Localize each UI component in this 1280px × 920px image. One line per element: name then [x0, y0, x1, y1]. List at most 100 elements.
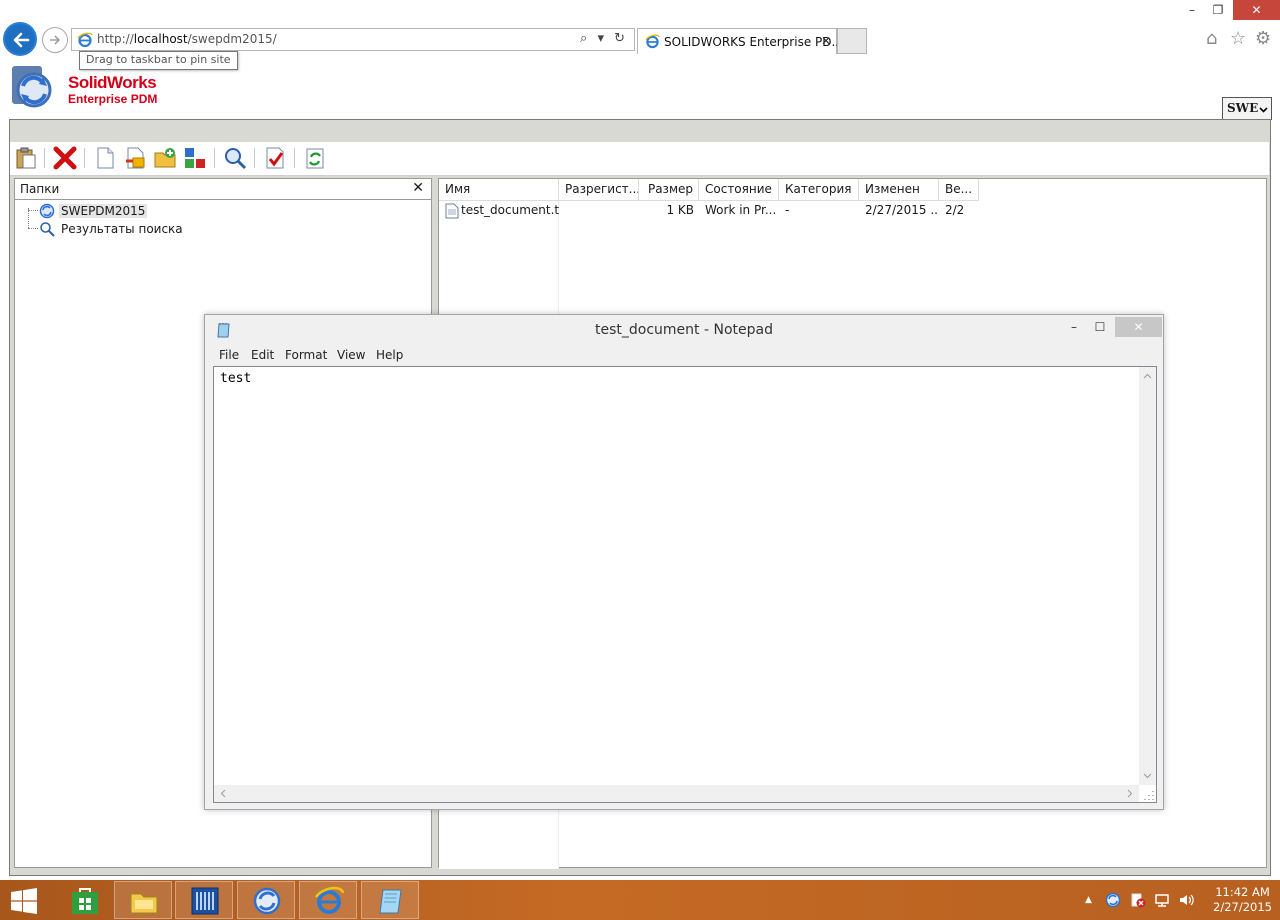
menu-file[interactable]: File: [219, 348, 239, 362]
scroll-down-icon[interactable]: [1143, 773, 1152, 779]
clock-date: 2/27/2015: [1213, 900, 1272, 914]
server-manager-icon: [191, 887, 219, 915]
horizontal-scrollbar[interactable]: [214, 785, 1139, 802]
action-center-icon[interactable]: [1130, 892, 1146, 908]
internet-explorer-icon: [314, 886, 344, 914]
toolbar-separator: [254, 148, 255, 168]
url-text[interactable]: http://localhost/swepdm2015/: [97, 32, 277, 46]
column-header-version[interactable]: Ве...: [939, 179, 979, 201]
clipboard-icon[interactable]: [14, 146, 38, 170]
folders-panel-header: Папки ✕: [15, 179, 431, 200]
start-button-icon[interactable]: [10, 888, 38, 914]
clock-time: 11:42 AM: [1215, 885, 1270, 899]
notepad-icon: [379, 889, 402, 914]
tree-line: [28, 208, 29, 228]
notepad-menubar: File Edit Format View Help: [213, 345, 1157, 365]
folders-panel-close-button[interactable]: ✕: [412, 180, 424, 196]
taskbar-file-explorer[interactable]: [114, 881, 172, 919]
toolbar-separator: [294, 148, 295, 168]
column-header-category[interactable]: Категория: [779, 179, 859, 201]
checkin-icon[interactable]: [263, 146, 287, 170]
browser-maximize-button[interactable]: ❐: [1206, 0, 1230, 20]
vault-selector[interactable]: SWE: [1222, 97, 1272, 120]
folders-panel-title: Папки: [20, 182, 60, 196]
browser-tab[interactable]: SOLIDWORKS Enterprise PD... ✕: [637, 28, 843, 54]
ie-page-icon: [77, 32, 93, 48]
search-results-icon: [40, 222, 55, 237]
add-file-icon[interactable]: [123, 146, 147, 170]
structure-icon[interactable]: [183, 146, 207, 170]
column-header-checked-out[interactable]: Разрегист...: [559, 179, 639, 201]
settings-icon[interactable]: ⚙: [1255, 28, 1271, 49]
pin-site-tooltip: Drag to taskbar to pin site: [79, 51, 238, 70]
menu-view[interactable]: View: [337, 348, 365, 362]
taskbar-store[interactable]: [55, 881, 103, 919]
notepad-content: test: [220, 371, 252, 386]
address-bar[interactable]: http://localhost/swepdm2015/ ⌕ ▾ ↻: [71, 28, 635, 51]
notepad-text-area[interactable]: test: [213, 366, 1157, 803]
brand-subtitle: Enterprise PDM: [68, 92, 158, 106]
file-version: 2/2: [945, 203, 965, 217]
notepad-maximize-button[interactable]: ☐: [1089, 317, 1111, 337]
tree-item-label: SWEPDM2015: [59, 204, 148, 218]
column-header-state[interactable]: Состояние: [699, 179, 779, 201]
file-explorer-icon: [130, 893, 158, 914]
pdm-toolbar: [10, 142, 1269, 176]
toolbar-separator: [84, 148, 85, 168]
pdm-logo-icon: [12, 66, 52, 108]
tab-ie-icon: [645, 34, 660, 49]
chevron-down-icon: [1259, 107, 1268, 113]
taskbar-internet-explorer[interactable]: [299, 881, 357, 919]
tray-pdm-icon[interactable]: [1105, 892, 1121, 908]
file-state: Work in Pr...: [705, 203, 777, 217]
volume-icon[interactable]: [1178, 892, 1194, 908]
taskbar: ▲ 11:42 AM 2/27/2015: [0, 880, 1280, 920]
menu-help[interactable]: Help: [376, 348, 403, 362]
notepad-minimize-button[interactable]: –: [1063, 317, 1085, 337]
url-prefix: http://: [97, 32, 134, 46]
favorites-icon[interactable]: ☆: [1230, 28, 1246, 49]
network-icon[interactable]: [1154, 892, 1170, 908]
taskbar-server-manager[interactable]: [175, 881, 233, 919]
scroll-right-icon[interactable]: [1127, 789, 1133, 798]
menu-edit[interactable]: Edit: [251, 348, 274, 362]
home-icon[interactable]: ⌂: [1206, 28, 1217, 49]
taskbar-notepad[interactable]: [361, 881, 419, 919]
url-path: /swepdm2015/: [187, 32, 277, 46]
back-button[interactable]: [3, 22, 37, 56]
notepad-window: test_document - Notepad – ☐ ✕ File Edit …: [204, 314, 1164, 810]
forward-button[interactable]: [42, 27, 68, 53]
resize-grip-icon[interactable]: [1142, 788, 1154, 800]
notepad-title: test_document - Notepad: [595, 322, 773, 338]
column-header-size[interactable]: Размер: [639, 179, 699, 201]
vault-icon: [39, 203, 55, 219]
browser-minimize-button[interactable]: –: [1180, 0, 1204, 20]
toolbar-separator: [214, 148, 215, 168]
pdm-icon: [253, 887, 281, 915]
url-host: localhost: [133, 32, 188, 46]
new-file-icon[interactable]: [93, 146, 117, 170]
taskbar-clock[interactable]: 11:42 AM 2/27/2015: [1213, 885, 1272, 915]
scroll-up-icon[interactable]: [1143, 373, 1152, 379]
file-modified: 2/27/2015 ...: [865, 203, 937, 217]
tab-close-button[interactable]: ✕: [821, 34, 831, 48]
back-arrow-icon: [13, 32, 30, 48]
refresh-icon[interactable]: [303, 146, 327, 170]
column-header-name[interactable]: Имя: [439, 179, 559, 201]
menu-format[interactable]: Format: [285, 348, 327, 362]
search-icon[interactable]: [223, 146, 247, 170]
delete-icon[interactable]: [53, 146, 77, 170]
address-tools[interactable]: ⌕ ▾ ↻: [580, 31, 628, 46]
taskbar-pdm[interactable]: [237, 881, 295, 919]
tree-item-label: Результаты поиска: [61, 222, 183, 236]
vertical-scrollbar[interactable]: [1139, 367, 1156, 785]
add-folder-icon[interactable]: [153, 146, 177, 170]
scroll-left-icon[interactable]: [220, 789, 226, 798]
new-tab-button[interactable]: [837, 28, 867, 54]
file-size: 1 KB: [666, 203, 694, 217]
text-file-icon: [445, 203, 459, 219]
tray-expand-icon[interactable]: ▲: [1085, 895, 1092, 905]
column-header-modified[interactable]: Изменен: [859, 179, 939, 201]
notepad-close-button[interactable]: ✕: [1115, 317, 1162, 337]
browser-close-button[interactable]: ✕: [1233, 0, 1280, 20]
